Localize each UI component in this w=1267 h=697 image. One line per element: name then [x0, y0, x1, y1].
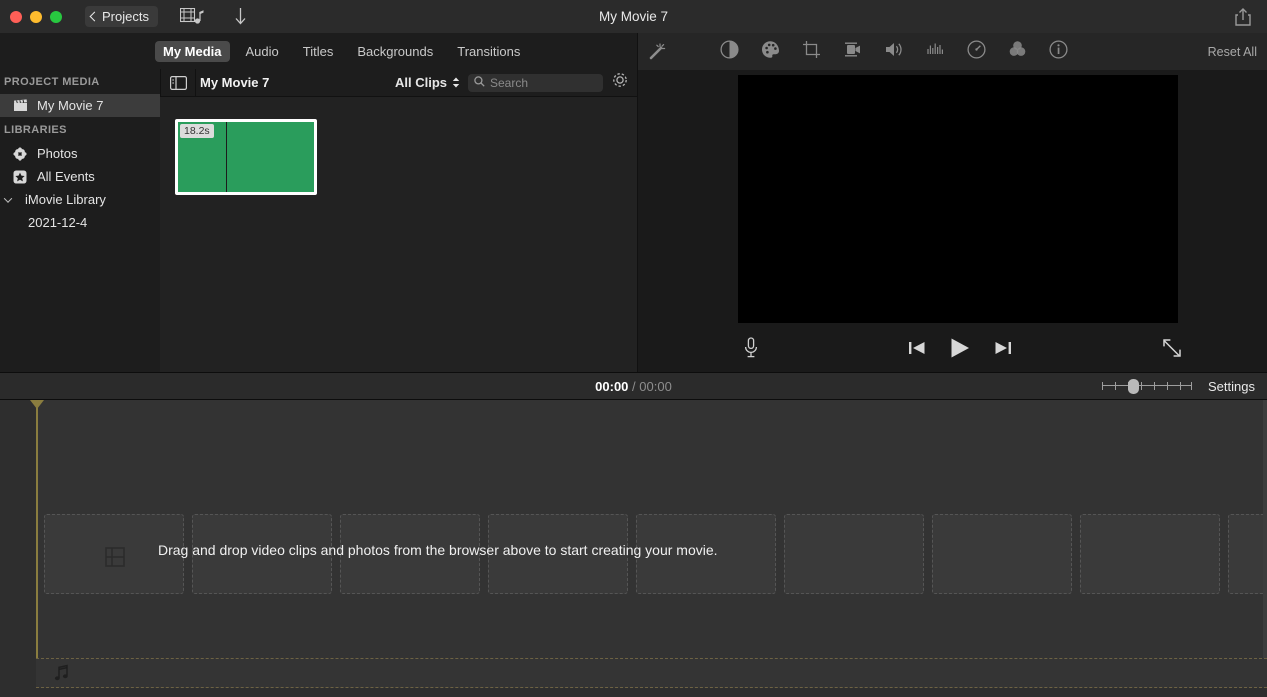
- timeline[interactable]: Drag and drop video clips and photos fro…: [0, 400, 1267, 697]
- current-time: 00:00: [595, 378, 629, 394]
- total-time: 00:00: [639, 378, 672, 394]
- imovie-window: Projects My Movie 7 My Media Audio Title…: [0, 0, 1267, 697]
- browser-title: My Movie 7: [200, 75, 270, 90]
- noise-reduction-equalizer-icon[interactable]: [926, 40, 945, 64]
- tab-transitions[interactable]: Transitions: [449, 41, 528, 62]
- chevron-left-icon: [89, 11, 100, 22]
- sidebar: PROJECT MEDIA My Movie 7 LIBRARIES Photo…: [0, 69, 160, 372]
- media-tab-bar: My Media Audio Titles Backgrounds Transi…: [0, 33, 637, 69]
- tab-my-media[interactable]: My Media: [155, 40, 230, 62]
- projects-button-label: Projects: [102, 9, 149, 24]
- zoom-slider[interactable]: [1102, 379, 1193, 394]
- reset-all-button[interactable]: Reset All: [1208, 45, 1257, 59]
- video-viewer[interactable]: [738, 75, 1178, 323]
- projects-back-button[interactable]: Projects: [85, 6, 158, 27]
- adjustment-toolbar: Reset All: [637, 33, 1267, 70]
- divider: [195, 68, 196, 97]
- timeline-bottom-bar: [0, 688, 1267, 697]
- music-note-icon: [54, 664, 70, 687]
- sidebar-header-libraries: LIBRARIES: [4, 124, 67, 136]
- star-badge-icon: [12, 170, 28, 184]
- search-placeholder: Search: [490, 75, 529, 90]
- sidebar-item-2021-12-4[interactable]: 2021-12-4: [0, 211, 160, 234]
- title-bar: Projects My Movie 7: [0, 0, 1267, 33]
- all-clips-dropdown[interactable]: All Clips: [395, 75, 460, 90]
- playhead[interactable]: [36, 400, 38, 660]
- skip-back-icon[interactable]: [908, 340, 926, 361]
- stabilization-camera-icon[interactable]: [843, 40, 862, 64]
- sidebar-item-photos[interactable]: Photos: [0, 142, 160, 165]
- share-icon[interactable]: [1233, 6, 1253, 33]
- sidebar-item-label: iMovie Library: [25, 192, 106, 207]
- media-clip-thumbnail[interactable]: 18.2s: [175, 119, 317, 195]
- search-input[interactable]: Search: [468, 73, 603, 92]
- play-icon[interactable]: [948, 336, 972, 365]
- clip-divider: [226, 122, 227, 192]
- tab-titles[interactable]: Titles: [295, 41, 342, 62]
- timeline-placeholder[interactable]: [1228, 514, 1267, 594]
- sidebar-item-my-movie-7[interactable]: My Movie 7: [0, 94, 160, 117]
- sidebar-header-project-media: PROJECT MEDIA: [4, 76, 100, 88]
- timecode-display: 00:00 / 00:00: [0, 379, 1267, 394]
- up-down-chevron-icon: [452, 77, 460, 88]
- sidebar-item-label: Photos: [37, 146, 78, 161]
- adjustment-icon-group: [720, 39, 1068, 64]
- timeline-gutter: [0, 400, 36, 697]
- film-frame-icon: [105, 547, 125, 572]
- color-correction-palette-icon[interactable]: [761, 40, 780, 64]
- clip-info-icon[interactable]: [1049, 39, 1068, 64]
- transport-controls: [908, 336, 1012, 365]
- preview-pane: [637, 70, 1267, 372]
- timeline-placeholder[interactable]: [1080, 514, 1220, 594]
- browser-header-controls: All Clips Search: [395, 71, 637, 94]
- speed-gauge-icon[interactable]: [967, 39, 986, 64]
- sidebar-item-imovie-library[interactable]: iMovie Library: [0, 188, 160, 211]
- sidebar-item-label: All Events: [37, 169, 95, 184]
- zoom-slider-handle[interactable]: [1128, 379, 1140, 394]
- gear-icon[interactable]: [611, 71, 629, 94]
- zoom-button[interactable]: [50, 10, 62, 23]
- magic-wand-icon[interactable]: [646, 41, 668, 63]
- search-icon: [474, 74, 485, 92]
- disclosure-chevron-icon[interactable]: [0, 193, 16, 203]
- traffic-lights: [10, 10, 62, 23]
- skip-forward-icon[interactable]: [994, 340, 1012, 361]
- media-browser[interactable]: 18.2s: [160, 97, 622, 372]
- clapperboard-icon: [12, 99, 28, 112]
- playback-controls: [638, 328, 1267, 372]
- timeline-drop-message: Drag and drop video clips and photos fro…: [158, 542, 718, 558]
- photos-flower-icon: [12, 146, 28, 161]
- timeline-vertical-scrollbar[interactable]: [1263, 400, 1267, 658]
- crop-icon[interactable]: [802, 40, 821, 64]
- color-balance-icon[interactable]: [720, 39, 739, 64]
- tab-audio[interactable]: Audio: [238, 41, 287, 62]
- close-button[interactable]: [10, 10, 22, 23]
- minimize-button[interactable]: [30, 10, 42, 23]
- download-icon[interactable]: [234, 7, 247, 26]
- sidebar-toggle-icon[interactable]: [161, 75, 195, 90]
- sidebar-item-label: My Movie 7: [37, 98, 104, 113]
- volume-speaker-icon[interactable]: [884, 40, 904, 64]
- titlebar-tool-group: [179, 7, 247, 26]
- filters-circles-icon[interactable]: [1008, 40, 1027, 64]
- timecode-separator: /: [632, 378, 636, 394]
- expand-arrows-icon[interactable]: [1161, 337, 1183, 364]
- timeline-toolbar: 00:00 / 00:00 Settings: [0, 372, 1267, 400]
- browser-header: My Movie 7 All Clips Search: [160, 68, 637, 97]
- microphone-icon[interactable]: [743, 336, 759, 364]
- audio-track[interactable]: [36, 658, 1267, 688]
- all-clips-label: All Clips: [394, 75, 447, 90]
- sidebar-item-all-events[interactable]: All Events: [0, 165, 160, 188]
- clip-duration-badge: 18.2s: [180, 124, 214, 138]
- browser-scrollbar[interactable]: [622, 97, 637, 372]
- media-import-icon[interactable]: [179, 8, 204, 25]
- tab-backgrounds[interactable]: Backgrounds: [349, 41, 441, 62]
